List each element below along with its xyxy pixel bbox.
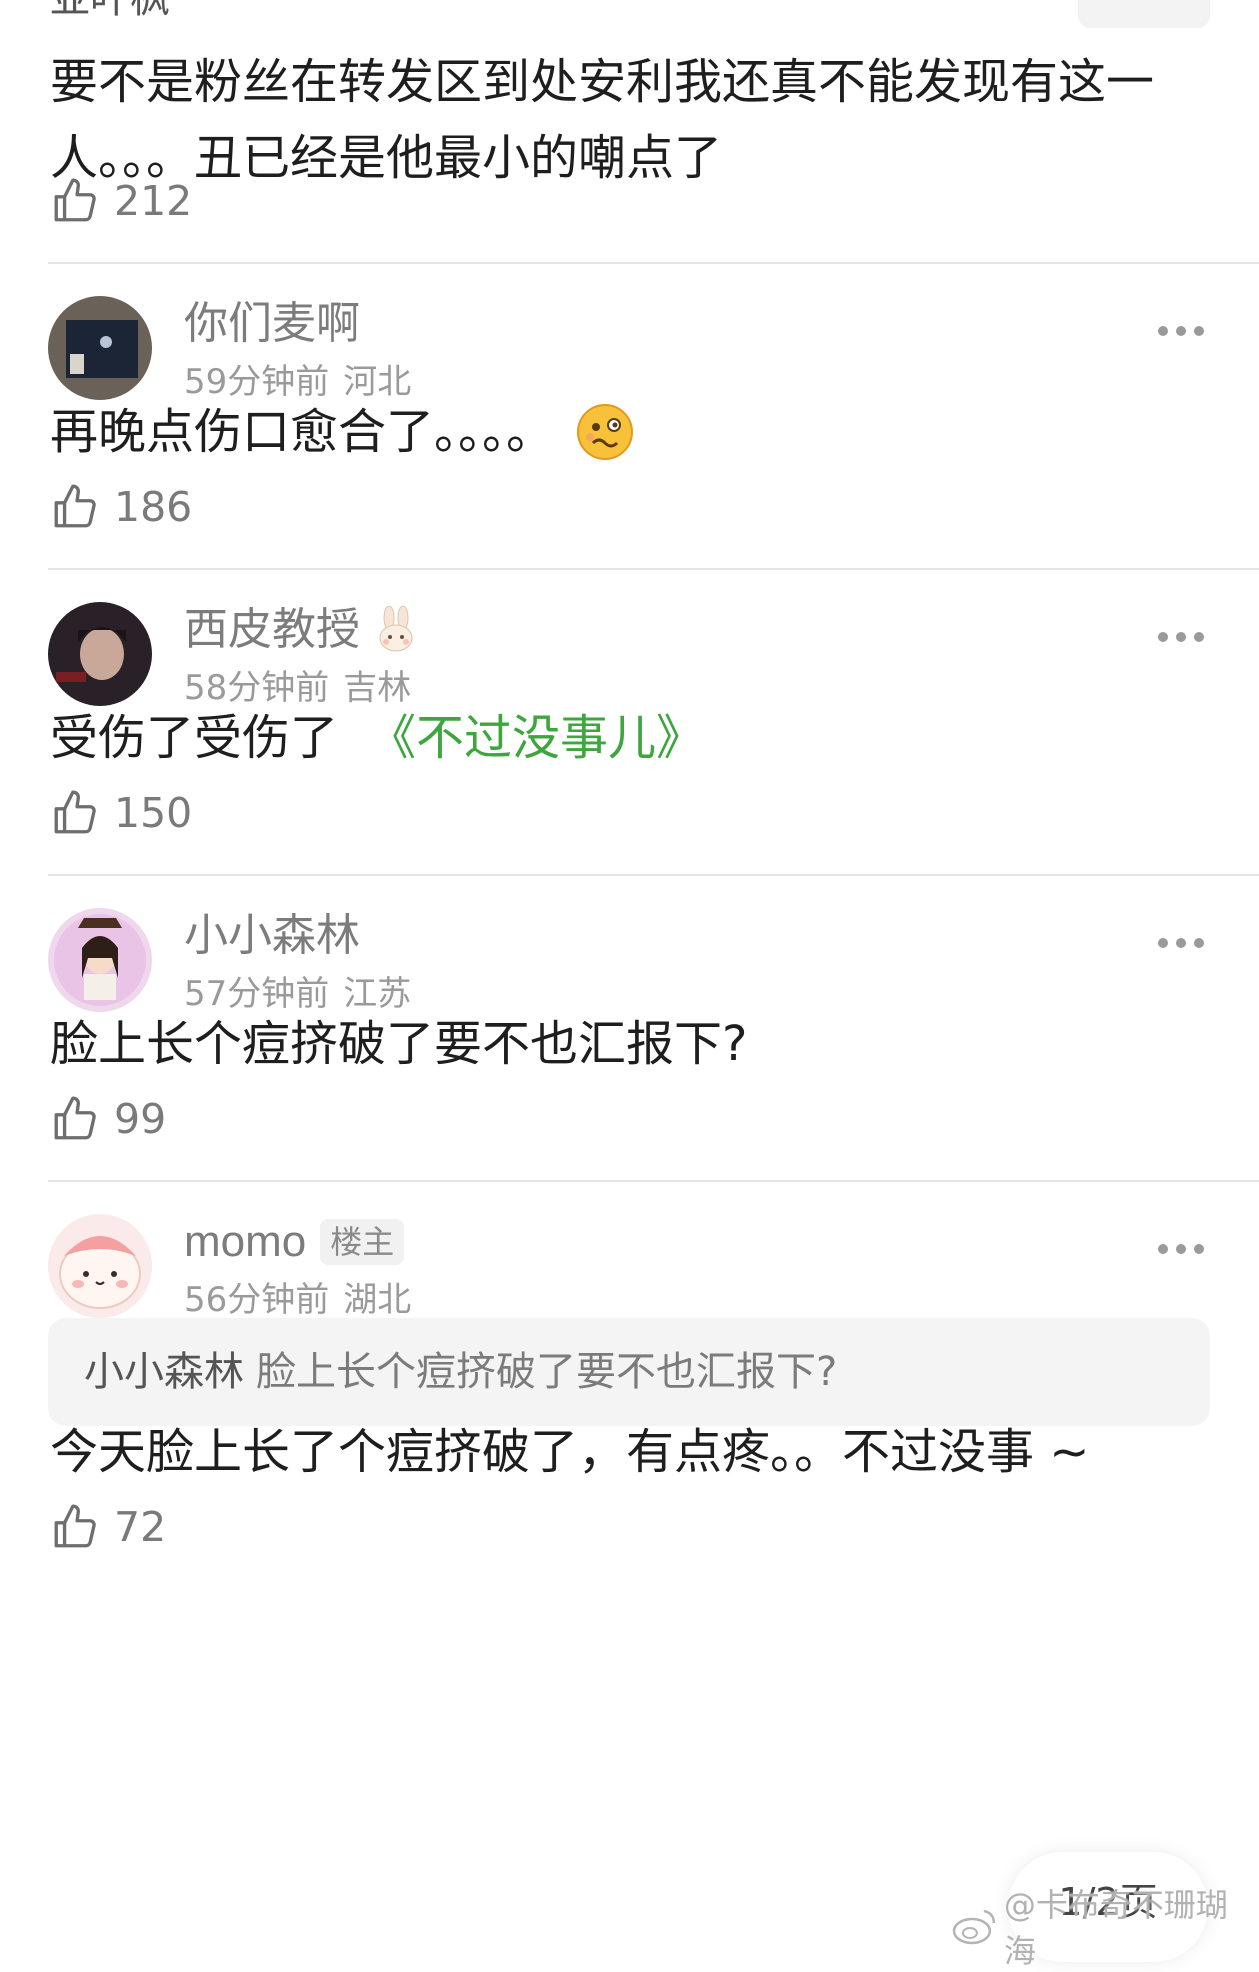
like-button[interactable]: 186 — [50, 482, 192, 532]
thumbs-up-icon — [54, 484, 96, 528]
divider — [48, 1180, 1259, 1182]
username[interactable]: 你们麦啊 — [184, 296, 360, 352]
op-badge: 楼主 — [320, 1219, 405, 1265]
more-options-button[interactable] — [1158, 632, 1204, 642]
comment-meta: 59分钟前 河北 — [184, 362, 412, 402]
comment-meta: 58分钟前 吉林 — [184, 668, 412, 708]
like-button[interactable]: 212 — [50, 176, 192, 226]
like-count: 150 — [114, 789, 193, 837]
avatar[interactable] — [48, 602, 152, 706]
comment-text: 受伤了受伤了 《不过没事儿》 — [50, 706, 704, 770]
more-options-button[interactable] — [1158, 1244, 1204, 1254]
quoted-username: 小小森林 — [84, 1349, 244, 1395]
watermark: @卡布奇不珊瑚海 — [952, 1880, 1259, 1972]
more-options-button[interactable] — [1158, 326, 1204, 336]
quoted-text: 脸上长个痘挤破了要不也汇报下? — [256, 1349, 838, 1395]
username[interactable]: 亚叶枫 — [50, 0, 170, 24]
topic-link[interactable]: 《不过没事儿》 — [368, 706, 704, 770]
divider — [48, 568, 1259, 570]
like-button[interactable]: 72 — [50, 1502, 166, 1552]
woozy-face-icon — [577, 404, 634, 460]
comment-text: 今天脸上长了个痘挤破了，有点疼。。不过没事 ~ — [50, 1424, 1090, 1480]
like-count: 186 — [114, 483, 193, 531]
avatar[interactable] — [48, 1214, 152, 1318]
thumbs-up-icon — [54, 1096, 96, 1140]
quoted-reply[interactable]: 小小森林 脸上长个痘挤破了要不也汇报下? — [48, 1318, 1210, 1426]
username[interactable]: 小小森林 — [184, 908, 360, 964]
avatar[interactable] — [48, 296, 152, 400]
divider — [48, 262, 1259, 264]
comment-text: 脸上长个痘挤破了要不也汇报下? — [50, 1016, 748, 1072]
like-count: 72 — [114, 1503, 167, 1551]
more-options-button[interactable] — [1158, 938, 1204, 948]
comment-text: 再晚点伤口愈合了。。。。 — [50, 400, 634, 464]
thumbs-up-icon — [54, 1504, 96, 1548]
username[interactable]: 西皮教授 — [184, 602, 418, 658]
username[interactable]: momo 楼主 — [184, 1214, 405, 1270]
thumbs-up-icon — [54, 178, 96, 222]
comment-text: 要不是粉丝在转发区到处安利我还真不能发现有这一人。。。丑已经是他最小的嘲点了 — [50, 54, 1155, 186]
divider — [48, 874, 1259, 876]
top-right-tag — [1078, 0, 1210, 28]
bunny-badge-icon — [379, 606, 413, 652]
like-count: 212 — [114, 177, 193, 225]
comment-meta: 56分钟前 湖北 — [184, 1280, 412, 1320]
avatar[interactable] — [48, 908, 152, 1012]
comment-meta: 57分钟前 江苏 — [184, 974, 412, 1014]
weibo-logo-icon — [952, 1909, 996, 1945]
like-button[interactable]: 99 — [50, 1094, 166, 1144]
like-count: 99 — [114, 1095, 167, 1143]
comment-item: momo 楼主 56分钟前 湖北 小小森林 脸上长个痘挤破了要不也汇报下? 今天脸上… — [0, 1214, 1259, 1934]
like-button[interactable]: 150 — [50, 788, 192, 838]
thumbs-up-icon — [54, 790, 96, 834]
